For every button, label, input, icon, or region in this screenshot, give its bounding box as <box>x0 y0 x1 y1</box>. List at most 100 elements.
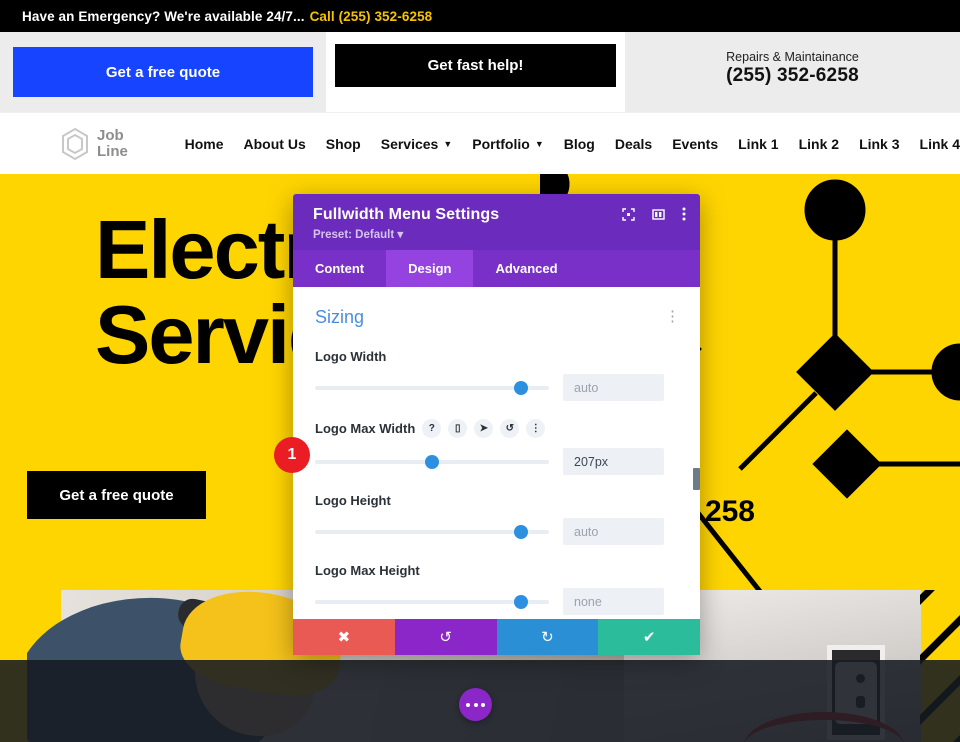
nav-link-about-us[interactable]: About Us <box>244 136 306 152</box>
logo-text: Job Line <box>97 128 128 159</box>
page-root: Have an Emergency? We're available 24/7.… <box>0 0 960 742</box>
field-logo-width: Logo Width <box>315 349 680 401</box>
step-badge-1: 1 <box>274 437 310 473</box>
field-value-input[interactable] <box>563 588 664 615</box>
slider[interactable] <box>315 524 549 540</box>
site-logo[interactable]: Job Line <box>60 127 165 161</box>
modal-header: Fullwidth Menu Settings Preset: Default … <box>293 194 700 250</box>
get-free-quote-button-hero[interactable]: Get a free quote <box>27 471 206 519</box>
nav-link-label: Blog <box>563 135 595 152</box>
fab-dot-3 <box>481 702 485 707</box>
more-options-icon[interactable] <box>682 207 686 221</box>
navbar: Job Line Home About Us Shop Services ▼ Portfo… <box>0 112 960 174</box>
discard-button[interactable]: ✖ <box>293 619 395 655</box>
nav-link-deals[interactable]: Deals <box>615 136 652 152</box>
field-label-row: Logo Max Height <box>315 563 680 578</box>
sizing-section-header: Sizing ⋮ <box>315 307 680 328</box>
field-label-row: Logo Width <box>315 349 680 364</box>
nav-link-events[interactable]: Events <box>672 136 718 152</box>
nav-link-home[interactable]: Home <box>185 136 224 152</box>
field-control <box>315 518 680 545</box>
fullwidth-menu-settings-modal: Fullwidth Menu Settings Preset: Default … <box>293 194 700 655</box>
nav-link-label: Events <box>672 135 719 152</box>
page-scrollbar-thumb[interactable] <box>693 468 700 490</box>
field-control <box>315 374 680 401</box>
reset-icon[interactable]: ↺ <box>500 419 520 438</box>
field-label: Logo Height <box>315 493 391 508</box>
sizing-section-options-icon[interactable]: ⋮ <box>665 310 680 324</box>
get-fast-help-button[interactable]: Get fast help! <box>335 44 616 87</box>
field-control <box>315 588 680 615</box>
nav-link-shop[interactable]: Shop <box>326 136 361 152</box>
hexagon-logo-icon <box>62 127 88 160</box>
slider[interactable] <box>315 380 549 396</box>
repairs-label: Repairs & Maintainance <box>726 49 859 64</box>
hero-phone-partial: 258 <box>704 495 755 528</box>
slider[interactable] <box>315 594 549 610</box>
field-options-icon[interactable]: ⋮ <box>526 419 546 438</box>
field-value-input[interactable] <box>563 374 664 401</box>
tab-content[interactable]: Content <box>293 250 386 287</box>
nav-link-link-3[interactable]: Link 3 <box>859 136 899 152</box>
nav-link-link-4[interactable]: Link 4 <box>920 136 960 152</box>
redo-button[interactable]: ↻ <box>496 619 599 655</box>
modal-preset-label: Preset: Default <box>313 229 395 241</box>
field-label: Logo Width <box>315 349 387 364</box>
layout-view-icon[interactable] <box>652 208 665 221</box>
nav-link-portfolio[interactable]: Portfolio ▼ <box>472 136 543 152</box>
nav-link-blog[interactable]: Blog <box>564 136 595 152</box>
slider-thumb[interactable] <box>513 380 528 395</box>
field-label: Logo Max Height <box>315 563 420 578</box>
chevron-down-icon: ▼ <box>534 138 544 149</box>
repairs-phone[interactable]: (255) 352-6258 <box>726 65 859 87</box>
field-label-row: Logo Max Width? ▯ ➤ ↺ ⋮ <box>315 419 680 438</box>
field-value-input[interactable] <box>563 518 664 545</box>
nav-link-link-1[interactable]: Link 1 <box>738 136 778 152</box>
modal-header-icons <box>622 207 686 221</box>
get-free-quote-button-top[interactable]: Get a free quote <box>13 47 313 97</box>
nav-link-label: Portfolio <box>472 135 530 152</box>
tab-design[interactable]: Design <box>386 250 474 287</box>
chevron-down-icon: ▼ <box>443 138 453 149</box>
cta-cell-repairs: Repairs & Maintainance (255) 352-6258 <box>625 32 960 112</box>
sizing-fields: Logo Width Logo Max Width? ▯ ➤ ↺ ⋮ Logo Height… <box>315 349 680 615</box>
sizing-section-title: Sizing <box>315 307 365 327</box>
expand-icon[interactable] <box>622 207 635 221</box>
floating-options-button[interactable] <box>459 688 492 721</box>
emergency-message: Have an Emergency? We're available 24/7.… <box>22 8 305 24</box>
field-label: Logo Max Width <box>315 421 416 436</box>
logo-line-1: Job <box>97 127 124 145</box>
save-button[interactable]: ✔ <box>598 619 700 655</box>
undo-button[interactable]: ↺ <box>394 619 497 655</box>
cta-strip: Get a free quote Get fast help! Repairs … <box>0 32 960 112</box>
hover-cursor-icon[interactable]: ➤ <box>474 419 494 438</box>
field-control <box>315 448 680 475</box>
nav-link-services[interactable]: Services ▼ <box>381 136 453 152</box>
nav-link-label: Link 2 <box>798 135 840 152</box>
nav-link-label: Home <box>184 135 224 152</box>
emergency-bar: Have an Emergency? We're available 24/7.… <box>0 0 960 32</box>
modal-tabs: Content Design Advanced <box>293 250 700 287</box>
nav-link-label: Link 1 <box>738 135 779 152</box>
nav-link-link-2[interactable]: Link 2 <box>799 136 839 152</box>
slider-thumb[interactable] <box>513 524 528 539</box>
field-value-input[interactable] <box>563 448 664 475</box>
slider[interactable] <box>315 454 549 470</box>
modal-body: Sizing ⋮ Logo WidthLogo Max Width?▯➤↺⋮Lo… <box>293 287 700 619</box>
chevron-down-icon: ▾ <box>397 229 404 241</box>
slider-thumb[interactable] <box>513 594 528 609</box>
help-icon[interactable]: ? <box>422 419 442 438</box>
tab-advanced[interactable]: Advanced <box>473 250 579 287</box>
fab-dot-1 <box>466 702 470 707</box>
responsive-device-icon[interactable]: ▯ <box>448 419 468 438</box>
modal-preset-selector[interactable]: Preset: Default ▾ <box>313 227 684 241</box>
field-logo-height: Logo Height <box>315 493 680 545</box>
cta-cell-quote: Get a free quote <box>0 32 326 112</box>
modal-action-bar: ✖ ↺ ↻ ✔ <box>293 619 700 655</box>
emergency-call-link[interactable]: Call (255) 352-6258 <box>310 9 433 24</box>
field-label-row: Logo Height <box>315 493 680 508</box>
nav-link-label: Deals <box>614 135 653 152</box>
nav-link-label: Link 3 <box>859 135 900 152</box>
slider-thumb[interactable] <box>425 454 439 469</box>
field-logo-max-height: Logo Max Height <box>315 563 680 615</box>
